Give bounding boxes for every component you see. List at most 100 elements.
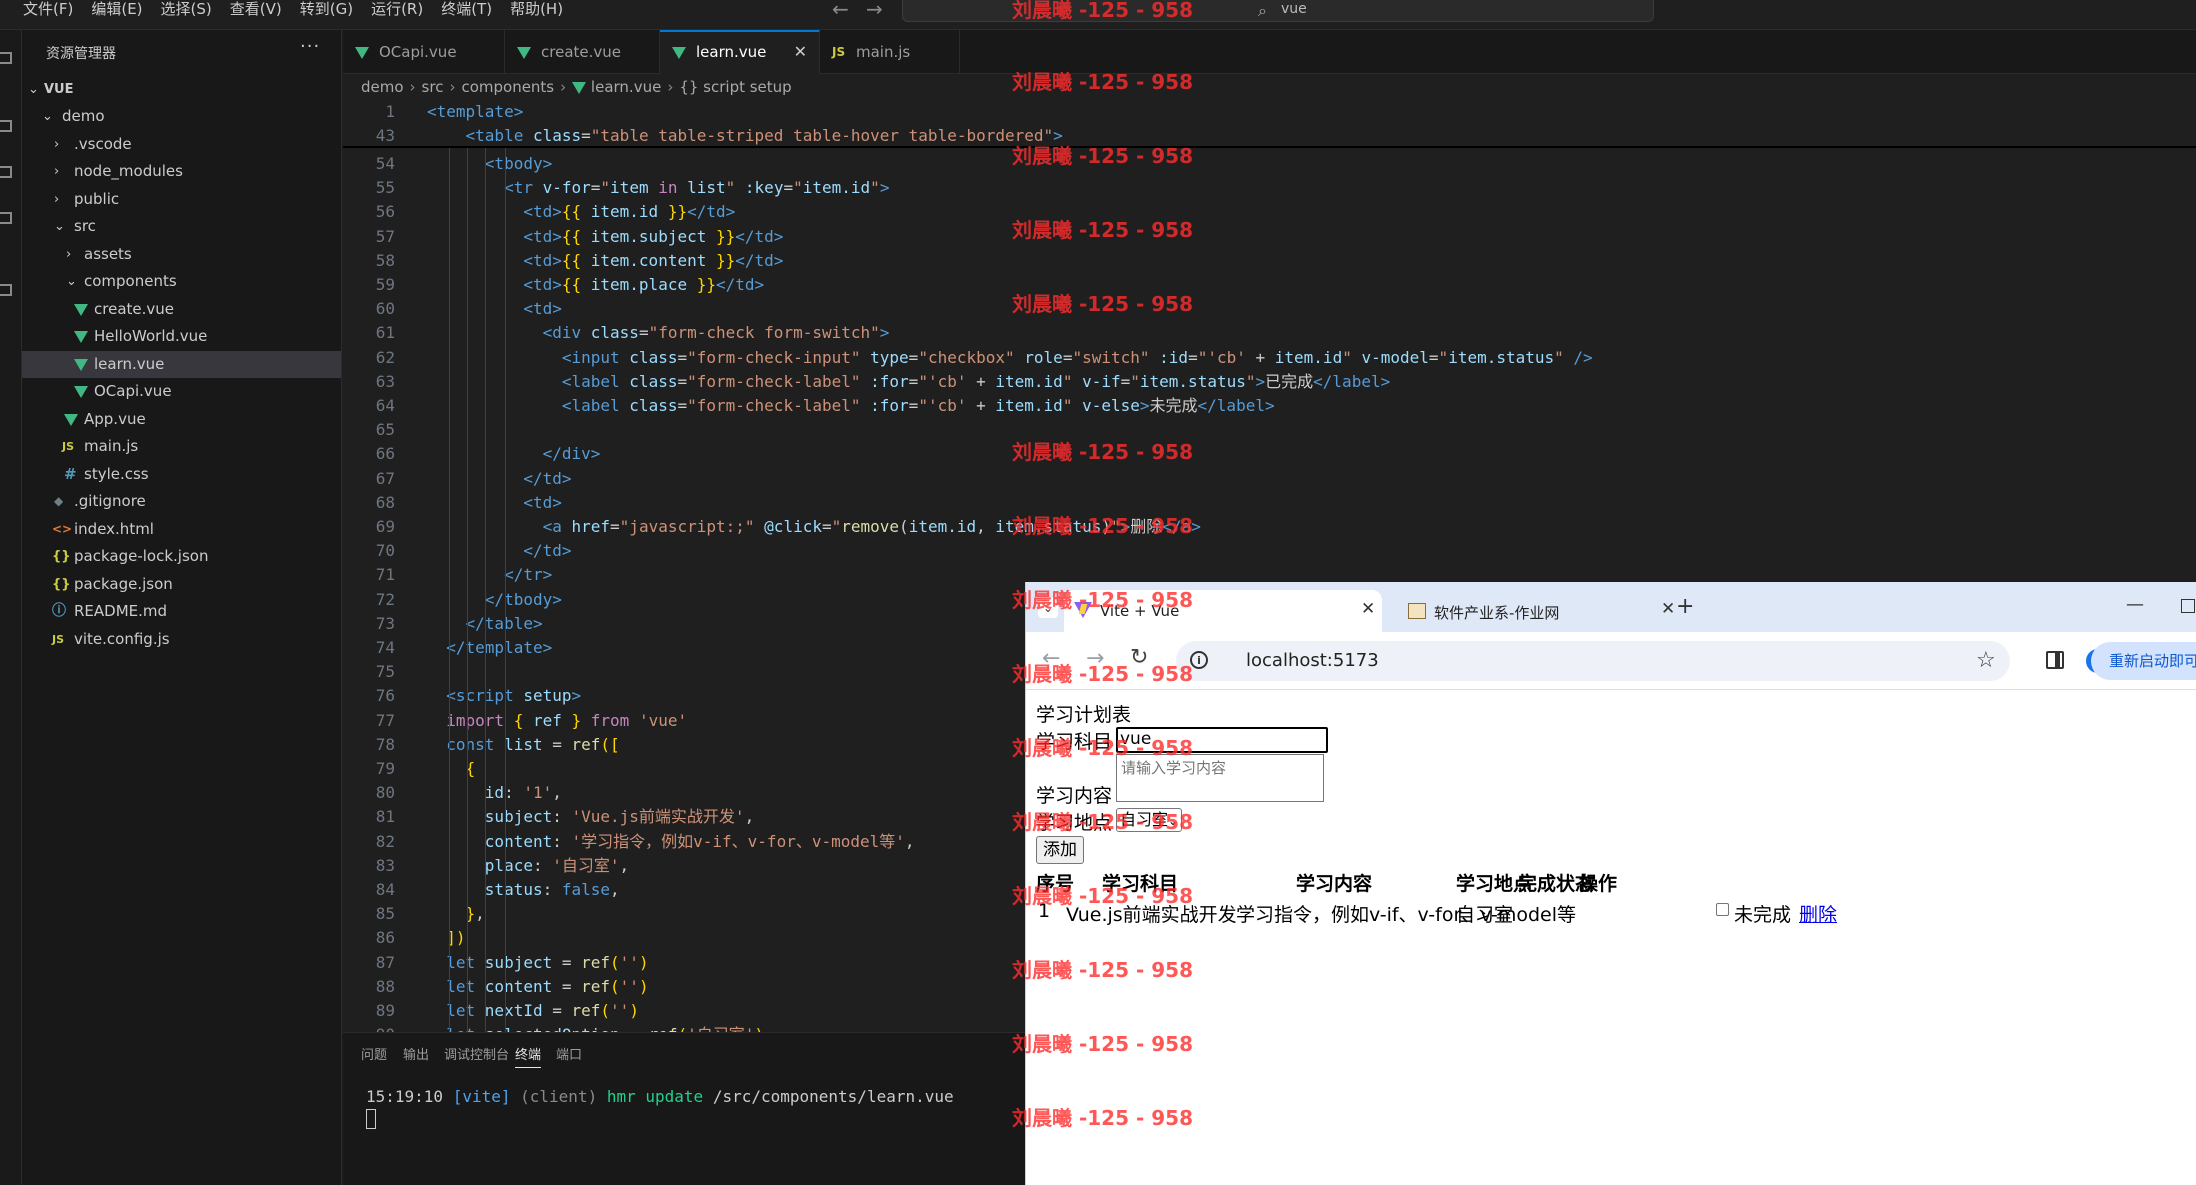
panel-tab-problems[interactable]: 问题 — [361, 1044, 387, 1063]
place-select[interactable]: 自习室⌄ — [1116, 808, 1183, 832]
command-center-text: vue — [1281, 1, 1307, 17]
line-number: 67 — [375, 468, 395, 488]
tree-root-vue[interactable]: ⌄ VUE — [22, 76, 341, 103]
terminal-cursor[interactable] — [366, 1109, 376, 1129]
tree-folder-public[interactable]: › public — [22, 186, 341, 213]
tree-file-main-js[interactable]: JS main.js — [22, 433, 341, 460]
close-icon[interactable]: ✕ — [1361, 599, 1375, 619]
menu-file[interactable]: 文件(F) — [14, 0, 82, 20]
code-token: = — [908, 371, 919, 391]
minimize-icon[interactable]: — — [2126, 594, 2144, 615]
side-panel-icon[interactable] — [2046, 651, 2064, 669]
panel-tab-ports[interactable]: 端口 — [556, 1044, 582, 1063]
code-text: <div class="form-check form-switch"> — [427, 321, 890, 345]
site-info-icon[interactable]: i — [1190, 651, 1208, 669]
close-icon[interactable]: ✕ — [1661, 599, 1675, 619]
tree-file-readme-md[interactable]: ⓘ README.md — [22, 598, 341, 625]
code-token: </template> — [446, 638, 553, 657]
breadcrumb-item[interactable]: components — [461, 78, 554, 96]
add-button[interactable]: 添加 — [1036, 836, 1084, 864]
line-number: 60 — [375, 299, 395, 319]
breadcrumb-item[interactable]: src — [422, 78, 444, 96]
tree-file-create-vue[interactable]: create.vue — [22, 296, 341, 323]
line-number: 64 — [375, 396, 395, 415]
browser-tab-vite-vue[interactable]: Vite + Vue ✕ — [1064, 590, 1382, 632]
tab-ocapi-vue[interactable]: OCapi.vue — [343, 30, 505, 74]
forward-arrow-icon[interactable]: → — [866, 0, 883, 19]
tab-learn-vue[interactable]: learn.vue ✕ — [660, 30, 820, 74]
menu-run[interactable]: 运行(R) — [362, 0, 432, 20]
tree-file-style-css[interactable]: # style.css — [22, 461, 341, 488]
tab-label: main.js — [856, 43, 911, 61]
line-number: 61 — [375, 323, 395, 343]
tree-folder-node-modules[interactable]: › node_modules — [22, 158, 341, 185]
source-control-icon[interactable] — [0, 166, 12, 178]
code-token: , — [610, 880, 620, 899]
command-center-search[interactable]: ⌕ vue — [902, 0, 1654, 22]
menu-help[interactable]: 帮助(H) — [501, 0, 572, 20]
back-arrow-icon[interactable]: ← — [1042, 646, 1060, 671]
browser-tab-homework[interactable]: 软件产业系-作业网 ✕ — [1398, 590, 1675, 632]
forward-arrow-icon[interactable]: → — [1086, 646, 1104, 671]
tree-file-vite-config-js[interactable]: JS vite.config.js — [22, 626, 341, 653]
code-token: v-model — [1361, 347, 1429, 367]
panel-tab-debug-console[interactable]: 调试控制台 — [444, 1044, 509, 1063]
chevron-right-icon: › — [54, 192, 60, 207]
close-icon[interactable]: ✕ — [794, 32, 807, 72]
content-textarea[interactable]: 请输入学习内容 — [1116, 754, 1324, 802]
tree-folder-vscode[interactable]: › .vscode — [22, 131, 341, 158]
code-token: place — [484, 855, 533, 875]
page-title: 学习计划表 — [1036, 704, 1132, 726]
back-arrow-icon[interactable]: ← — [832, 0, 849, 19]
more-actions-icon[interactable]: ··· — [300, 36, 320, 57]
breadcrumb-item[interactable]: demo — [361, 78, 404, 96]
panel-tab-output[interactable]: 输出 — [403, 1044, 429, 1063]
tree-file-app-vue[interactable]: App.vue — [22, 406, 341, 433]
terminal-time: 15:19:10 — [366, 1087, 444, 1106]
table-header-subject: 学习科目 — [1102, 873, 1179, 895]
menu-edit[interactable]: 编辑(E) — [82, 0, 151, 20]
tab-search-icon[interactable]: ⌄ — [1038, 598, 1058, 618]
menu-go[interactable]: 转到(G) — [291, 0, 362, 20]
tree-file-ocapi-vue[interactable]: OCapi.vue — [22, 378, 341, 405]
code-token: class — [629, 371, 678, 391]
address-url[interactable]: localhost:5173 — [1246, 650, 1379, 671]
subject-input[interactable]: vue — [1116, 727, 1328, 753]
tree-file-learn-vue[interactable]: learn.vue — [22, 351, 341, 378]
breadcrumb-item[interactable]: {} script setup — [679, 78, 791, 96]
tree-folder-components[interactable]: ⌄ components — [22, 268, 341, 295]
explorer-icon[interactable] — [0, 52, 12, 64]
tree-folder-demo[interactable]: ⌄ demo — [22, 103, 341, 130]
tree-file-package-lock-json[interactable]: {} package-lock.json — [22, 543, 341, 570]
tree-file-index-html[interactable]: <> index.html — [22, 516, 341, 543]
code-line: 58 <td>{{ item.content }}</td> — [343, 249, 2196, 273]
delete-link[interactable]: 删除 — [1799, 900, 1837, 927]
menu-selection[interactable]: 选择(S) — [152, 0, 221, 20]
tab-create-vue[interactable]: create.vue — [505, 30, 660, 74]
search-view-icon[interactable] — [0, 120, 12, 132]
status-checkbox[interactable] — [1716, 903, 1729, 916]
menu-view[interactable]: 查看(V) — [221, 0, 291, 20]
tree-file-gitignore[interactable]: ◆ .gitignore — [22, 488, 341, 515]
new-tab-icon[interactable]: + — [1676, 594, 1694, 619]
panel-tab-terminal[interactable]: 终端 — [515, 1044, 542, 1068]
tree-file-package-json[interactable]: {} package.json — [22, 571, 341, 598]
tree-folder-assets[interactable]: › assets — [22, 241, 341, 268]
tree-folder-src[interactable]: ⌄ src — [22, 213, 341, 240]
reload-icon[interactable]: ↻ — [1130, 645, 1148, 670]
bookmark-star-icon[interactable]: ☆ — [1976, 648, 1996, 673]
explorer-sidebar: 资源管理器 ··· ⌄ VUE ⌄ demo › .vscode › node_… — [22, 30, 342, 1185]
code-text: <td>{{ item.content }}</td> — [427, 249, 783, 273]
relaunch-update-button[interactable]: 重新启动即可更新 — [2091, 642, 2196, 680]
tree-file-helloworld-vue[interactable]: HelloWorld.vue — [22, 323, 341, 350]
maximize-icon[interactable] — [2181, 599, 2195, 613]
tab-main-js[interactable]: JS main.js — [820, 30, 960, 74]
breadcrumb-item[interactable]: learn.vue — [591, 78, 661, 96]
address-bar[interactable]: i localhost:5173 ☆ — [1176, 641, 2010, 681]
code-token: }} — [715, 226, 736, 246]
menu-terminal[interactable]: 终端(T) — [432, 0, 501, 20]
code-token: list — [504, 734, 553, 754]
run-debug-icon[interactable] — [0, 212, 12, 224]
extensions-icon[interactable] — [0, 284, 12, 296]
